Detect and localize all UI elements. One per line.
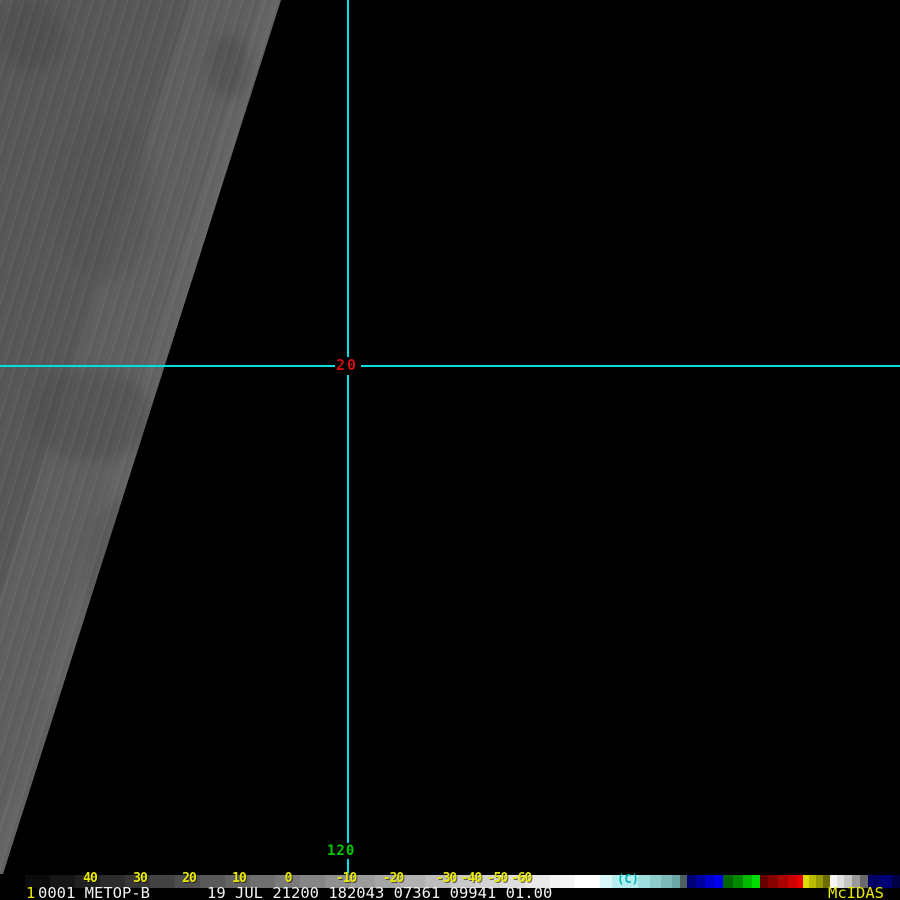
- colorbar-segment: [661, 875, 672, 888]
- mcidas-brand-label: McIDAS: [828, 884, 884, 900]
- colorbar-segment: [638, 875, 650, 888]
- colorbar-segment: [175, 875, 200, 888]
- latitude-gridline[interactable]: [0, 365, 335, 367]
- colorbar-segment: [768, 875, 778, 888]
- colorbar-segment: [612, 875, 638, 888]
- colorbar-segment: [150, 875, 175, 888]
- colorbar-segment: [809, 875, 816, 888]
- latitude-gridline[interactable]: [361, 365, 900, 367]
- colorbar-segment: [672, 875, 680, 888]
- colorbar-segment: [752, 875, 760, 888]
- colorbar-segment: [816, 875, 823, 888]
- colorbar-segment: [575, 875, 600, 888]
- colorbar-segment: [723, 875, 733, 888]
- datetime-label: 19 JUL 21200 182043 07361 09941 01.00: [207, 884, 553, 900]
- colorbar-segment: [550, 875, 575, 888]
- swath-scan-texture: [0, 0, 281, 874]
- colorbar-segment: [760, 875, 768, 888]
- satellite-image-area[interactable]: 20 120: [0, 0, 900, 880]
- mcidas-image-window: 20 120 (C) 40 30 20 10 0 -10 -20 -30 -40 -50 -60 1…: [0, 0, 900, 900]
- colorbar-segment: [600, 875, 612, 888]
- status-bar: 1 0001 METOP-B 19 JUL 21200 182043 07361…: [0, 884, 900, 900]
- colorbar-segment: [778, 875, 788, 888]
- colorbar-segment: [680, 875, 687, 888]
- colorbar-segment: [687, 875, 696, 888]
- colorbar-segment: [714, 875, 723, 888]
- colorbar-segment: [650, 875, 661, 888]
- longitude-gridline[interactable]: [347, 0, 349, 357]
- dataset-label: 0001 METOP-B: [38, 884, 150, 900]
- colorbar-segment: [0, 875, 25, 888]
- latitude-label: 20: [336, 356, 359, 374]
- colorbar-segment: [743, 875, 752, 888]
- longitude-label: 120: [327, 843, 356, 859]
- colorbar-segment: [788, 875, 797, 888]
- frame-number-label: 1: [26, 884, 36, 900]
- colorbar-segment: [705, 875, 714, 888]
- colorbar-segment: [733, 875, 743, 888]
- satellite-swath: [0, 0, 281, 874]
- colorbar-segment: [892, 875, 900, 888]
- colorbar-segment: [696, 875, 705, 888]
- longitude-gridline[interactable]: [347, 375, 349, 843]
